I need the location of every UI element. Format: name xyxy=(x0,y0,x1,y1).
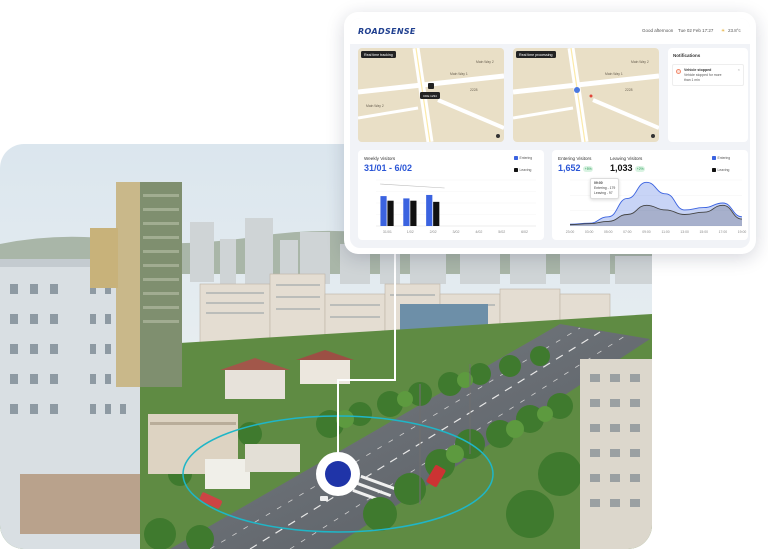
x-tick-label: 19:00 xyxy=(738,230,747,234)
map-1-tag: Real time tracking xyxy=(361,51,396,58)
weekly-visitors-range: 31/01 - 6/02 xyxy=(364,163,413,173)
chart-tooltip: 09:00 Entering - 179 Leaving - 97 xyxy=(590,178,620,199)
weekly-visitors-chart: 31/01 1/02 2/02 3/02 4/02 5/02 6/02 xyxy=(376,179,536,234)
map-2-label: Main Way 1 xyxy=(605,72,623,76)
x-tick-label: 1/02 xyxy=(407,230,414,234)
dashboard-body: ROADSENSE Good afternoon Tue 02 Feb 17:2… xyxy=(350,18,750,248)
visitors-area-chart: 23:00 03:00 05:00 07:00 09:00 11:00 13:00 15:00… xyxy=(566,179,747,234)
legend-leaving: Leaving xyxy=(514,168,531,173)
roadsense-logo[interactable]: ROADSENSE xyxy=(358,27,416,36)
x-tick-label: 5/02 xyxy=(498,230,505,234)
map-compass-icon[interactable] xyxy=(651,134,655,138)
x-tick-label: 31/01 xyxy=(383,230,392,234)
x-tick-label: 11:00 xyxy=(661,230,669,234)
x-tick-label: 03:00 xyxy=(585,230,594,234)
leaving-change-badge: +2% xyxy=(635,166,646,172)
entering-leaving-panel: Entering Visitors Leaving Visitors 1,652… xyxy=(552,150,748,240)
map-realtime-tracking[interactable]: Real time tracking Main Way 2 Main Way 1… xyxy=(358,48,504,142)
close-icon[interactable]: × xyxy=(738,67,740,72)
alert-icon xyxy=(676,69,681,74)
bar-leaving xyxy=(433,201,440,226)
leaving-visitors-value: 1,033 xyxy=(610,163,633,173)
x-tick-label: 05:00 xyxy=(604,230,613,234)
x-tick-label: 09:00 xyxy=(642,230,651,234)
callout-connector xyxy=(337,254,396,474)
entering-visitors-value: 1,652 xyxy=(558,163,581,173)
x-tick-label: 17:00 xyxy=(719,230,728,234)
notification-body: Vehicle stopped for more than 1 min xyxy=(684,73,722,82)
bar-entering xyxy=(426,194,433,226)
map-2-label: 2228 xyxy=(625,88,633,92)
bar-entering xyxy=(380,196,387,226)
x-tick-label: 6/02 xyxy=(521,230,528,234)
weather-text: 23.8°c xyxy=(728,28,741,33)
notification-heading: Vehicle stopped xyxy=(684,68,712,72)
x-tick-label: 15:00 xyxy=(700,230,709,234)
map-1-label: 2228 xyxy=(470,88,478,92)
map-1-label: Main Way 1 xyxy=(450,72,468,76)
notification-item[interactable]: Vehicle stopped Vehicle stopped for more… xyxy=(672,64,744,86)
weekly-visitors-title: Weekly Visitors xyxy=(364,156,396,161)
legend-entering: Entering xyxy=(712,156,730,161)
map-2-tag: Real time processing xyxy=(516,51,556,58)
bar-entering xyxy=(403,198,410,226)
x-tick-label: 3/02 xyxy=(453,230,460,234)
map-compass-icon[interactable] xyxy=(496,134,500,138)
notifications-title: Notifications xyxy=(673,53,701,58)
bar-leaving xyxy=(410,200,417,226)
dashboard-card: ROADSENSE Good afternoon Tue 02 Feb 17:2… xyxy=(344,12,756,254)
map-1-label: Main Way 2 xyxy=(476,60,494,64)
trend-line xyxy=(379,183,445,189)
weather-icon: ☀ xyxy=(721,28,726,33)
weekly-visitors-panel: Weekly Visitors 31/01 - 6/02 Entering Le… xyxy=(358,150,544,240)
entering-change-badge: +5% xyxy=(583,166,594,172)
dashboard-topbar: ROADSENSE Good afternoon Tue 02 Feb 17:2… xyxy=(350,18,750,44)
map-2-label: Main Way 2 xyxy=(631,60,649,64)
x-tick-label: 13:00 xyxy=(680,230,689,234)
datetime-text: Tue 02 Feb 17:27 xyxy=(678,28,714,33)
legend-leaving: Leaving xyxy=(712,168,729,173)
map-1-label: Main Way 2 xyxy=(366,104,384,108)
entering-visitors-title: Entering Visitors xyxy=(558,156,592,161)
tooltip-leaving: Leaving - 97 xyxy=(594,191,613,195)
hero-illustration: ROADSENSE Good afternoon Tue 02 Feb 17:2… xyxy=(0,0,768,549)
map-realtime-processing[interactable]: Real time processing Main Way 2 Main Way… xyxy=(513,48,659,142)
x-tick-label: 2/02 xyxy=(430,230,437,234)
x-tick-label: 23:00 xyxy=(566,230,575,234)
vehicle-pin-icon[interactable] xyxy=(428,83,434,89)
x-tick-label: 07:00 xyxy=(623,230,632,234)
greeting-text: Good afternoon xyxy=(642,28,674,33)
notifications-panel: Notifications Vehicle stopped Vehicle st… xyxy=(668,48,748,142)
bar-leaving xyxy=(387,200,394,226)
x-tick-label: 4/02 xyxy=(475,230,482,234)
vehicle-marker[interactable] xyxy=(325,461,351,487)
leaving-visitors-title: Leaving Visitors xyxy=(610,156,643,161)
vehicle-pin-label: CDE 1234 xyxy=(420,92,440,99)
legend-entering: Entering xyxy=(514,156,532,161)
